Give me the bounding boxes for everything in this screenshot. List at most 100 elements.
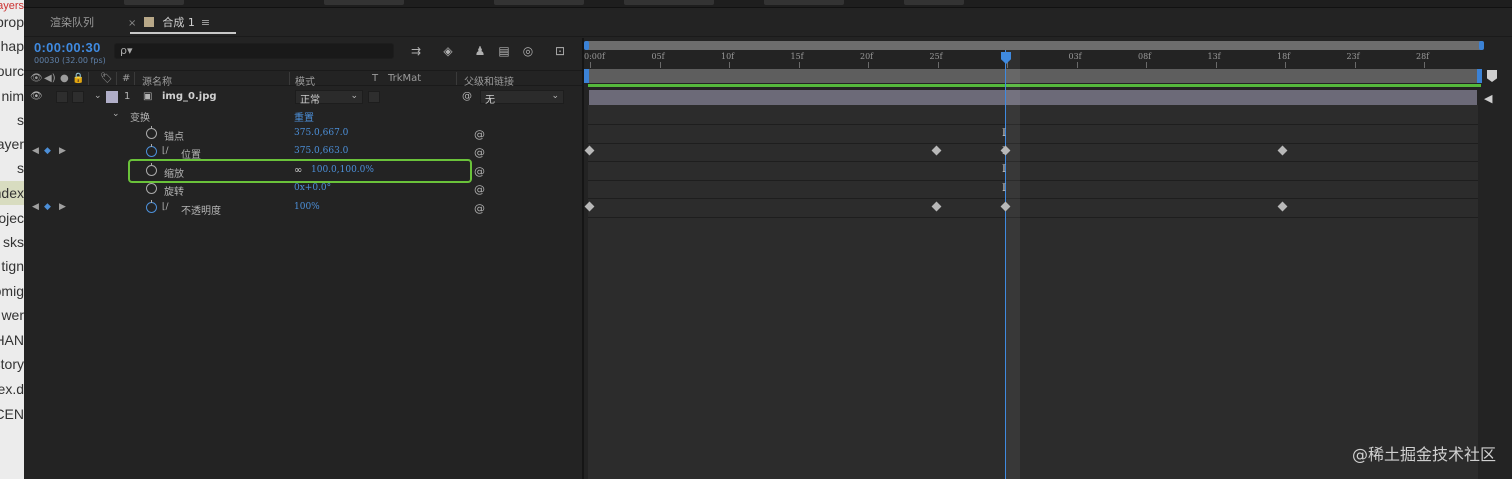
graph-icon[interactable]: ⌊∕ <box>162 146 169 156</box>
layer-row[interactable]: 👁 ⌄ 1 ▣ img_0.jpg 正常 ⌄ @ 无 ⌄ <box>24 88 582 106</box>
current-time-indicator[interactable] <box>1005 50 1006 479</box>
blend-mode-dropdown[interactable]: 正常 ⌄ <box>295 90 363 106</box>
graph-icon[interactable]: ⌊∕ <box>162 202 169 212</box>
column-source-name[interactable]: 源名称 <box>142 73 172 88</box>
property-value[interactable]: 0x+0.0° <box>294 183 331 193</box>
expand-chevron-icon[interactable]: ⌄ <box>94 91 102 101</box>
property-row-anchor[interactable]: 锚点 375.0,667.0 @ <box>24 125 582 143</box>
watermark: @稀土掘金技术社区 <box>1351 445 1496 464</box>
pick-whip-icon[interactable]: @ <box>474 165 485 178</box>
property-value[interactable]: 375.0,667.0 <box>294 128 348 138</box>
ruler-tick <box>590 62 591 68</box>
shy-layers-icon[interactable]: ♟ <box>472 44 488 58</box>
pick-whip-icon[interactable]: @ <box>474 128 485 141</box>
lock-checkbox[interactable] <box>72 91 84 103</box>
next-keyframe-icon[interactable]: ▶ <box>59 146 66 156</box>
previous-keyframe-icon[interactable]: ◀ <box>32 202 39 212</box>
motion-blur-icon[interactable]: ◎ <box>520 44 536 58</box>
lock-icon[interactable]: 🔒 <box>72 73 84 84</box>
time-navigator[interactable] <box>584 41 1484 50</box>
frame-blending-icon[interactable]: ▤ <box>496 44 512 58</box>
pick-whip-icon[interactable]: @ <box>474 146 485 159</box>
layer-label-color[interactable] <box>106 91 118 103</box>
background-app-item: wer <box>1 307 24 323</box>
work-area-bar[interactable] <box>584 69 1482 83</box>
comp-marker-icon[interactable] <box>1487 70 1497 82</box>
tab-render-queue[interactable]: 渲染队列 <box>50 14 94 30</box>
transform-group-row[interactable]: ⌄ 变换 重置 <box>24 106 582 124</box>
reset-transform-link[interactable]: 重置 <box>294 109 314 124</box>
column-mode[interactable]: 模式 <box>295 73 315 88</box>
ruler-tick-label: 25f <box>929 52 943 61</box>
ruler-tick-label: 18f <box>1277 52 1291 61</box>
ruler-tick <box>1215 62 1217 68</box>
property-value[interactable]: 100% <box>294 202 320 212</box>
pick-whip-icon[interactable]: @ <box>474 183 485 196</box>
panel-tab-bar: 渲染队列 × 合成 1 ≡ <box>24 9 1512 37</box>
draft-3d-icon[interactable]: ◈ <box>440 44 456 58</box>
parent-dropdown[interactable]: 无 ⌄ <box>480 90 564 106</box>
navigator-end-handle[interactable] <box>1479 41 1484 50</box>
transform-label: 变换 <box>130 113 150 124</box>
chevron-down-icon: ⌄ <box>551 91 559 101</box>
ruler-tick <box>1424 62 1425 68</box>
tab-composition[interactable]: × 合成 1 ≡ <box>128 14 210 30</box>
close-tab-icon[interactable]: × <box>128 18 136 29</box>
background-app-item: sks <box>3 234 24 250</box>
column-parent[interactable]: 父级和链接 <box>464 73 514 88</box>
background-app-item: omig <box>0 283 24 299</box>
ruler-tick <box>868 62 869 68</box>
ibeam-icon: I <box>1002 164 1006 175</box>
previous-keyframe-icon[interactable]: ◀ <box>32 146 39 156</box>
stopwatch-icon[interactable] <box>146 181 157 194</box>
eye-icon[interactable]: 👁 <box>30 73 43 84</box>
tool-bar <box>24 0 1512 8</box>
ruler-tick-label: 08f <box>1138 52 1152 61</box>
expand-chevron-icon[interactable]: ⌄ <box>112 109 120 119</box>
stopwatch-icon[interactable] <box>146 126 157 139</box>
ruler-tick <box>937 62 939 68</box>
graph-editor-icon[interactable]: ⊡ <box>552 44 568 58</box>
preserve-transparency-checkbox[interactable] <box>368 91 380 103</box>
ibeam-icon: I <box>1002 183 1006 194</box>
audio-icon[interactable]: ◀) <box>44 73 56 84</box>
property-name: 不透明度 <box>181 206 221 217</box>
layer-search-input[interactable]: ρ▾ <box>114 43 394 59</box>
column-trkmat[interactable]: TrkMat <box>388 73 421 84</box>
property-value[interactable]: 375.0,663.0 <box>294 146 348 156</box>
panel-menu-icon[interactable]: ≡ <box>201 16 210 29</box>
stopwatch-icon[interactable] <box>146 144 157 157</box>
pick-whip-icon[interactable]: @ <box>474 202 485 215</box>
label-icon[interactable]: 🏷 <box>100 73 113 84</box>
background-app-item: s <box>17 160 24 176</box>
work-area-start-handle[interactable] <box>584 69 589 83</box>
scale-highlight-box <box>128 159 472 183</box>
solo-icon[interactable]: ● <box>60 73 69 84</box>
background-app-item: ojec <box>0 210 24 226</box>
solo-checkbox[interactable] <box>56 91 68 103</box>
composition-flowchart-icon[interactable]: ⇉ <box>408 44 424 58</box>
ruler-tick-label: 13f <box>1207 52 1221 61</box>
add-keyframe-icon[interactable]: ◆ <box>44 202 51 212</box>
current-time-display[interactable]: 0:00:00:30 <box>34 40 101 55</box>
next-keyframe-icon[interactable]: ▶ <box>59 202 66 212</box>
ruler-tick <box>1354 62 1356 68</box>
ruler-tick-label: 28f <box>1416 52 1430 61</box>
background-app-item: tign <box>1 258 24 274</box>
timeline-graph-area[interactable]: 0:00f 05f 10f 15f 20f 25f 03f 08f 13f 18f 23f 28f ◀… <box>584 38 1512 479</box>
property-name: 锚点 <box>164 132 184 143</box>
ruler-tick <box>1076 62 1078 68</box>
add-keyframe-icon[interactable]: ◆ <box>44 146 51 156</box>
layer-name[interactable]: img_0.jpg <box>162 91 217 102</box>
pick-whip-icon[interactable]: @ <box>462 91 472 102</box>
layer-duration-bar[interactable] <box>589 90 1477 105</box>
stopwatch-icon[interactable] <box>146 200 157 213</box>
visibility-eye-icon[interactable]: 👁 <box>30 91 43 102</box>
background-app-item: nim <box>1 88 24 104</box>
work-area-end-handle[interactable] <box>1477 69 1482 83</box>
property-row-opacity[interactable]: ◀ ◆ ▶ ⌊∕ 不透明度 100% @ <box>24 199 582 217</box>
ruler-tick-label: 10f <box>721 52 735 61</box>
navigator-start-handle[interactable] <box>584 41 589 50</box>
layer-number: 1 <box>124 91 131 102</box>
time-ruler[interactable]: 0:00f 05f 10f 15f 20f 25f 03f 08f 13f 18f 23f 28f <box>584 50 1484 68</box>
